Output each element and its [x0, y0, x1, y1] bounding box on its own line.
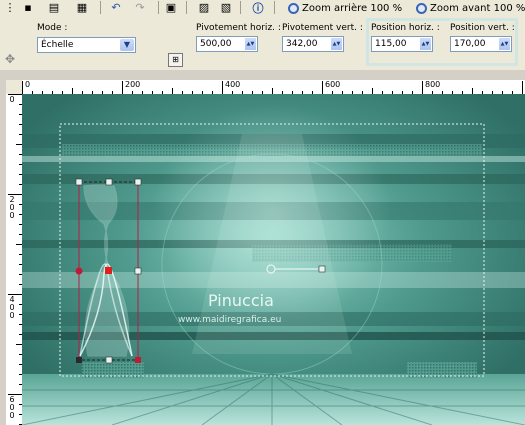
ruler-left-label: 400	[9, 295, 15, 320]
ruler-left-label: 200	[9, 195, 15, 220]
pivot-h-label: Pivotement horiz. :	[196, 23, 281, 33]
ruler-top-label: 400	[225, 80, 241, 89]
undo-icon[interactable]: ↶	[108, 1, 124, 14]
image-canvas[interactable]: Pinuccia www.maidiregrafica.eu	[22, 94, 525, 425]
browser-icon[interactable]: ▨	[196, 1, 212, 14]
toolbar-grip-icon: ⋮	[4, 1, 16, 14]
pivot-v-label: Pivotement vert. :	[282, 23, 363, 33]
chevron-down-icon: ▼	[120, 39, 134, 51]
zoom-out-button[interactable]: Zoom arrière 100 %	[288, 1, 402, 15]
redo-icon[interactable]: ↷	[132, 1, 148, 14]
ruler-top: 0 200 400 600 800	[22, 80, 525, 95]
pick-tool-icon: ✥	[5, 52, 16, 66]
position-highlight	[366, 18, 518, 66]
zoom-in-icon	[416, 2, 427, 14]
ruler-left-label: 600	[9, 395, 15, 420]
save-icon[interactable]: ▪	[20, 1, 36, 14]
zoom-out-label: Zoom arrière 100 %	[302, 2, 403, 14]
zoom-out-icon	[288, 2, 299, 14]
watermark-url: www.maidiregrafica.eu	[178, 315, 281, 325]
watermark-name: Pinuccia	[208, 291, 274, 310]
ruler-corner	[6, 80, 22, 94]
main-toolbar: ⋮ ▪ ▤ ▦ ↶ ↷ ▣ ▨ ▧ ⓘ Zoom arrière 100 % Z…	[0, 0, 525, 17]
zoom-in-label: Zoom avant 100 %	[430, 2, 525, 14]
mode-label: Mode :	[37, 23, 68, 33]
ruler-top-label: 200	[125, 80, 141, 89]
ruler-top-label: 0	[25, 80, 31, 89]
ruler-left-label: 0	[9, 95, 15, 104]
ruler-left: 0 200 400 600	[6, 94, 23, 425]
print-preview-icon[interactable]: ▦	[74, 1, 90, 14]
spin-arrows-icon[interactable]: ▲▼	[331, 38, 342, 50]
print-icon[interactable]: ▤	[46, 1, 62, 14]
ruler-top-label: 800	[425, 80, 441, 89]
zoom-in-button[interactable]: Zoom avant 100 %	[416, 1, 525, 15]
new-layer-icon[interactable]: ▣	[163, 1, 179, 14]
mode-value: Échelle	[41, 40, 74, 50]
mode-dropdown[interactable]: Échelle ▼	[37, 37, 136, 53]
center-pivot-button[interactable]: ⊞	[168, 53, 183, 67]
learning-center-icon[interactable]: ▧	[218, 1, 234, 14]
canvas-image: Pinuccia www.maidiregrafica.eu	[22, 94, 525, 425]
ruler-tick	[122, 81, 123, 94]
pivot-v-field[interactable]: 342,00 ▲▼	[282, 36, 344, 52]
pivot-h-value: 500,00	[200, 39, 232, 49]
ruler-top-label: 600	[325, 80, 341, 89]
ruler-tick	[522, 81, 523, 94]
ruler-tick	[322, 81, 323, 94]
ruler-tick	[422, 81, 423, 94]
ruler-tick	[222, 81, 223, 94]
pivot-h-field[interactable]: 500,00 ▲▼	[196, 36, 258, 52]
info-icon[interactable]: ⓘ	[250, 1, 266, 15]
ruler-tick	[22, 81, 23, 94]
spin-arrows-icon[interactable]: ▲▼	[245, 38, 256, 50]
pivot-v-value: 342,00	[286, 39, 318, 49]
